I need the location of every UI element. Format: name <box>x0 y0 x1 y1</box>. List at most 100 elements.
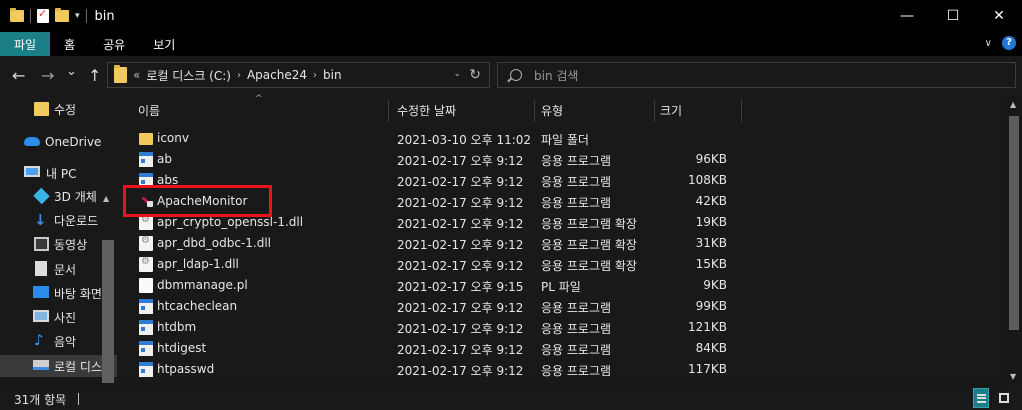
properties-icon[interactable] <box>37 7 49 23</box>
breadcrumb-local-disk[interactable]: 로컬 디스크 (C:) <box>146 67 231 84</box>
column-header-name[interactable]: 이름 <box>138 100 160 120</box>
sidebar-item-onedrive[interactable]: OneDrive <box>0 131 117 153</box>
application-icon <box>139 320 153 335</box>
sidebar-item-videos[interactable]: 동영상 <box>0 233 117 255</box>
sidebar-scrollbar-thumb[interactable] <box>102 240 114 384</box>
search-icon <box>510 69 522 81</box>
folder-icon <box>114 65 127 83</box>
search-box[interactable]: bin 검색 <box>497 62 1016 88</box>
title-bar: ▾ bin — ☐ ✕ <box>0 0 1022 32</box>
file-row[interactable]: dbmmanage.pl 2021-02-17 오후 9:15 PL 파일 9KB <box>131 275 1001 296</box>
sidebar-item-quick-edit[interactable]: 수정 <box>0 98 117 120</box>
dll-file-icon <box>139 214 153 230</box>
sidebar-item-label: OneDrive <box>45 135 102 149</box>
chevron-right-icon[interactable]: › <box>313 70 317 81</box>
file-date: 2021-02-17 오후 9:12 <box>397 238 524 252</box>
tab-view[interactable]: 보기 <box>139 32 189 56</box>
breadcrumb-overflow[interactable]: « <box>133 68 140 82</box>
tab-home[interactable]: 홈 <box>50 32 89 56</box>
file-row[interactable]: ab 2021-02-17 오후 9:12 응용 프로그램 96KB <box>131 149 1001 170</box>
vertical-scrollbar-thumb[interactable] <box>1009 116 1019 330</box>
file-row[interactable]: htdigest 2021-02-17 오후 9:12 응용 프로그램 84KB <box>131 338 1001 359</box>
file-date: 2021-02-17 오후 9:12 <box>397 364 524 378</box>
file-row[interactable]: apr_ldap-1.dll 2021-02-17 오후 9:12 응용 프로그램 … <box>131 254 1001 275</box>
column-divider[interactable] <box>534 100 535 122</box>
file-date: 2021-02-17 오후 9:12 <box>397 175 524 189</box>
back-arrow-icon[interactable]: ← <box>12 66 25 85</box>
file-row[interactable]: htcacheclean 2021-02-17 오후 9:12 응용 프로그램 99K… <box>131 296 1001 317</box>
file-date: 2021-02-17 오후 9:12 <box>397 154 524 168</box>
sidebar-item-music[interactable]: ♪ 음악 <box>0 330 117 352</box>
file-date: 2021-02-17 오후 9:12 <box>397 259 524 273</box>
file-size: 84KB <box>695 341 727 355</box>
ribbon-tabs: 파일 홈 공유 보기 ∨ ? <box>0 32 1022 56</box>
file-name: htdigest <box>157 341 207 355</box>
scroll-up-icon[interactable]: ▲ <box>103 194 109 203</box>
breadcrumb-apache24[interactable]: Apache24 <box>247 68 307 82</box>
close-button[interactable]: ✕ <box>976 0 1022 32</box>
column-header-type[interactable]: 유형 <box>541 100 563 120</box>
sidebar-item-desktop[interactable]: 바탕 화면 <box>0 282 117 304</box>
file-size: 108KB <box>687 173 727 187</box>
file-type: 응용 프로그램 <box>541 196 612 210</box>
sidebar-item-label: 수정 <box>54 102 77 117</box>
file-name: iconv <box>157 131 189 145</box>
folder-icon <box>34 102 49 116</box>
vertical-scrollbar[interactable]: ▲ ▼ <box>1005 96 1022 384</box>
qa-dropdown-icon[interactable]: ▾ <box>75 11 80 21</box>
refresh-icon[interactable]: ↻ <box>469 67 481 83</box>
sidebar-item-pictures[interactable]: 사진 <box>0 306 117 328</box>
file-size: 19KB <box>695 215 727 229</box>
maximize-button[interactable]: ☐ <box>930 0 976 32</box>
column-divider[interactable] <box>654 100 655 122</box>
pictures-icon <box>33 310 49 322</box>
application-icon <box>139 299 153 314</box>
file-date: 2021-02-17 오후 9:15 <box>397 280 524 294</box>
forward-arrow-icon[interactable]: → <box>41 66 54 85</box>
file-date: 2021-02-17 오후 9:12 <box>397 196 524 210</box>
file-type: 응용 프로그램 확장 <box>541 217 637 231</box>
file-type: PL 파일 <box>541 280 581 294</box>
sidebar-item-downloads[interactable]: ↓ 다운로드 <box>0 209 117 231</box>
minimize-button[interactable]: — <box>884 0 930 32</box>
scroll-up-icon[interactable]: ▲ <box>1010 100 1016 109</box>
new-folder-icon[interactable] <box>55 8 69 22</box>
sidebar-item-documents[interactable]: 문서 <box>0 258 117 280</box>
up-arrow-icon[interactable]: ↑ <box>88 66 101 85</box>
address-dropdown-icon[interactable]: ⌄ <box>453 69 461 79</box>
file-name: dbmmanage.pl <box>157 278 248 292</box>
drive-icon <box>33 360 49 370</box>
item-count: 31개 항목 <box>14 393 67 407</box>
address-bar[interactable]: « 로컬 디스크 (C:) › Apache24 › bin ⌄ ↻ <box>107 62 490 88</box>
application-icon <box>139 152 153 167</box>
search-input[interactable]: bin 검색 <box>534 67 578 84</box>
window-controls: — ☐ ✕ <box>884 0 1022 32</box>
file-row[interactable]: htpasswd 2021-02-17 오후 9:12 응용 프로그램 117KB <box>131 359 1001 380</box>
divider <box>78 393 79 405</box>
tab-file[interactable]: 파일 <box>0 32 51 56</box>
sidebar-item-local-disk[interactable]: 로컬 디스 <box>0 355 117 377</box>
recent-locations-icon[interactable]: ⌄ <box>66 64 77 79</box>
file-row[interactable]: htdbm 2021-02-17 오후 9:12 응용 프로그램 121KB <box>131 317 1001 338</box>
large-icons-view-button[interactable] <box>996 388 1012 408</box>
sidebar-item-3d-objects[interactable]: 3D 개체 <box>0 185 117 207</box>
scroll-down-icon[interactable]: ▼ <box>1010 372 1016 381</box>
large-icons-view-icon <box>999 393 1009 403</box>
sidebar-item-this-pc[interactable]: 내 PC <box>0 162 117 184</box>
breadcrumb-bin[interactable]: bin <box>323 68 342 82</box>
chevron-right-icon[interactable]: › <box>237 70 241 81</box>
file-row[interactable]: apr_dbd_odbc-1.dll 2021-02-17 오후 9:12 응용 프… <box>131 233 1001 254</box>
file-date: 2021-02-17 오후 9:12 <box>397 217 524 231</box>
help-icon[interactable]: ? <box>1002 36 1016 50</box>
file-row[interactable]: iconv 2021-03-10 오후 11:02 파일 폴더 <box>131 128 1001 149</box>
tab-share[interactable]: 공유 <box>89 32 139 56</box>
ribbon-expand-icon[interactable]: ∨ <box>985 38 992 49</box>
file-name: ab <box>157 152 172 166</box>
column-header-date[interactable]: 수정한 날짜 <box>397 100 456 120</box>
column-header-size[interactable]: 크기 <box>660 100 682 120</box>
details-view-button[interactable] <box>973 388 989 408</box>
column-divider[interactable] <box>741 100 742 122</box>
divider <box>30 9 31 23</box>
file-date: 2021-02-17 오후 9:12 <box>397 301 524 315</box>
column-divider[interactable] <box>388 100 389 122</box>
